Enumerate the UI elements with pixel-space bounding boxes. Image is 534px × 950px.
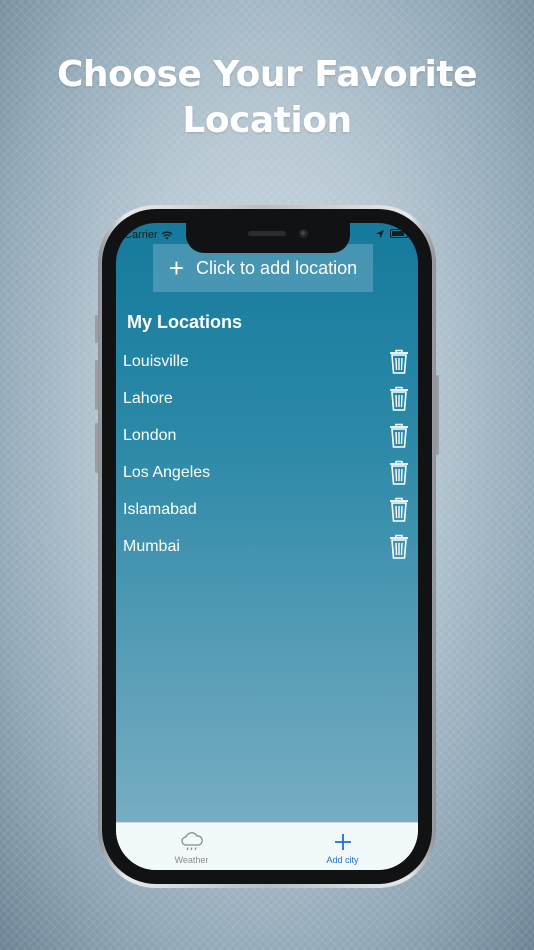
location-name: Louisville [123,352,189,370]
list-item[interactable]: Louisville [123,343,413,380]
headline: Choose Your Favorite Location [0,52,534,144]
plus-icon [334,834,351,850]
trash-icon[interactable] [388,423,410,449]
headline-line-1: Choose Your Favorite [57,54,478,95]
camera [299,229,308,238]
list-item[interactable]: Lahore [123,380,413,417]
status-bar-left: Carrier [124,229,173,241]
power-button [436,375,439,455]
notch [186,223,350,253]
tab-weather-label: Weather [174,855,209,865]
volume-down-button [95,423,98,473]
phone-frame: Carrier + Click to add location My Locat… [95,205,439,888]
location-list: Louisville Lahore London Los Angeles Isl… [123,343,413,565]
trash-icon[interactable] [388,497,410,523]
trash-icon[interactable] [388,534,410,560]
tab-bar: Weather Add city [116,822,418,870]
add-location-label: Click to add location [196,257,358,278]
trash-icon[interactable] [388,460,410,486]
location-name: Lahore [123,389,173,407]
list-item[interactable]: Los Angeles [123,454,413,491]
section-title: My Locations [127,312,243,332]
location-name: London [123,426,177,444]
status-bar-right [376,229,408,238]
carrier-label: Carrier [124,229,158,241]
location-name: Mumbai [123,537,180,555]
tab-add-city[interactable]: Add city [267,823,418,870]
volume-up-button [95,360,98,410]
wifi-icon [161,231,173,239]
location-name: Islamabad [123,500,197,518]
trash-icon[interactable] [388,349,410,375]
list-item[interactable]: Mumbai [123,528,413,565]
location-arrow-icon [376,229,384,238]
tab-weather[interactable]: Weather [116,823,267,870]
mute-switch [95,315,98,343]
battery-icon [390,229,408,238]
plus-icon: + [168,253,185,283]
app-screen: Carrier + Click to add location My Locat… [116,223,418,870]
trash-icon[interactable] [388,386,410,412]
list-item[interactable]: Islamabad [123,491,413,528]
tab-add-city-label: Add city [326,855,359,865]
location-name: Los Angeles [123,463,211,481]
headline-line-2: Location [182,100,352,141]
phone-bezel: Carrier + Click to add location My Locat… [102,209,432,884]
cloud-rain-icon [180,832,203,851]
speaker [248,231,286,236]
list-item[interactable]: London [123,417,413,454]
